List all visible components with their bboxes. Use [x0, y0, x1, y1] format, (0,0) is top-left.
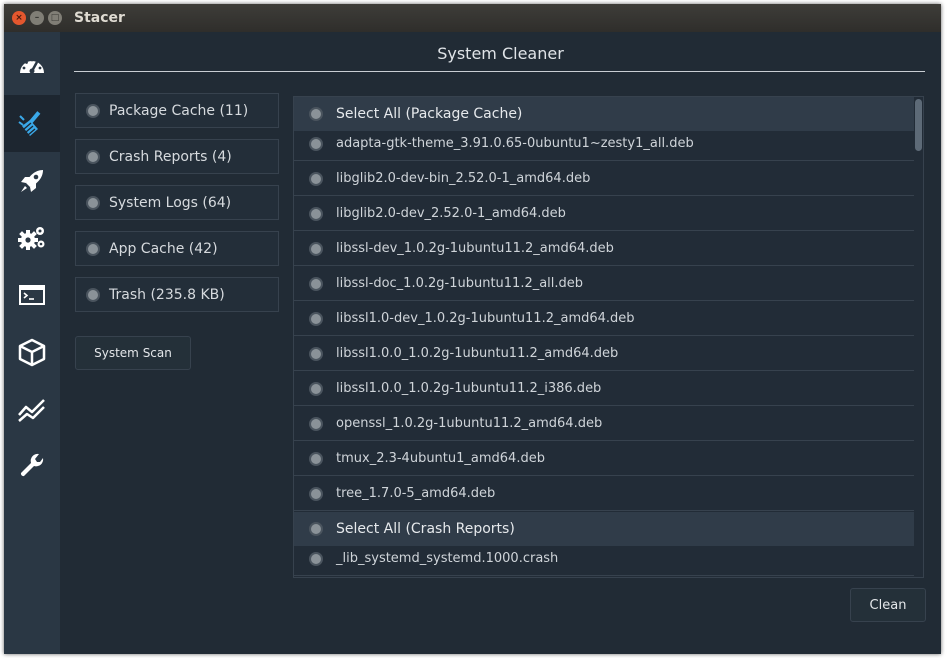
category-label: System Logs (64) — [109, 194, 232, 211]
title-divider — [74, 71, 925, 72]
radio-icon[interactable] — [309, 551, 323, 566]
maximize-window-button[interactable]: □ — [48, 11, 62, 25]
category-label: Crash Reports (4) — [109, 148, 232, 165]
radio-icon[interactable] — [309, 311, 323, 326]
sidebar-item-resources[interactable] — [4, 380, 60, 437]
list-item-label: libssl1.0.0_1.0.2g-1ubuntu11.2_i386.deb — [336, 381, 602, 396]
list-item-label: Select All (Package Cache) — [336, 106, 523, 122]
radio-icon[interactable] — [86, 103, 100, 118]
close-window-button[interactable]: × — [12, 11, 26, 25]
category-app-cache[interactable]: App Cache (42) — [75, 231, 279, 266]
sidebar-item-services[interactable] — [4, 209, 60, 266]
list-item[interactable]: adapta-gtk-theme_3.91.0.65-0ubuntu1~zest… — [294, 127, 914, 161]
scrollbar-thumb[interactable] — [915, 99, 922, 151]
sidebar-item-dashboard[interactable] — [4, 38, 60, 95]
radio-icon[interactable] — [309, 486, 323, 501]
radio-icon[interactable] — [86, 195, 100, 210]
minimize-window-button[interactable]: – — [30, 11, 44, 25]
radio-icon[interactable] — [309, 416, 323, 431]
radio-icon[interactable] — [309, 241, 323, 256]
dashboard-icon — [20, 58, 44, 73]
list-item-label: libssl1.0-dev_1.0.2g-1ubuntu11.2_amd64.d… — [336, 311, 635, 326]
list-item-label: libssl-doc_1.0.2g-1ubuntu11.2_all.deb — [336, 276, 584, 291]
category-package-cache[interactable]: Package Cache (11) — [75, 93, 279, 128]
system-scan-button[interactable]: System Scan — [75, 336, 191, 370]
list-item[interactable]: libglib2.0-dev-bin_2.52.0-1_amd64.deb — [294, 162, 914, 196]
list-item[interactable]: tmux_2.3-4ubuntu1_amd64.deb — [294, 442, 914, 476]
list-item[interactable]: libglib2.0-dev_2.52.0-1_amd64.deb — [294, 197, 914, 231]
category-trash[interactable]: Trash (235.8 KB) — [75, 277, 279, 312]
sidebar — [4, 32, 60, 654]
category-crash-reports[interactable]: Crash Reports (4) — [75, 139, 279, 174]
list-item-label: _lib_systemd_systemd.1000.crash — [336, 551, 559, 566]
terminal-icon — [19, 284, 45, 305]
category-label: Package Cache (11) — [109, 102, 249, 119]
wrench-icon — [20, 453, 44, 476]
app-window: × – □ Stacer System Cleaner Package Cach… — [4, 4, 941, 654]
list-item-label: openssl_1.0.2g-1ubuntu11.2_amd64.deb — [336, 416, 603, 431]
list-item[interactable]: tree_1.7.0-5_amd64.deb — [294, 477, 914, 511]
sidebar-item-processes[interactable] — [4, 266, 60, 323]
list-item-label: libglib2.0-dev_2.52.0-1_amd64.deb — [336, 206, 566, 221]
radio-icon[interactable] — [309, 276, 323, 291]
sidebar-item-cleaner[interactable] — [4, 95, 60, 152]
list-item-label: adapta-gtk-theme_3.91.0.65-0ubuntu1~zest… — [336, 136, 694, 151]
radio-icon[interactable] — [309, 107, 323, 121]
list-item-label: Select All (Crash Reports) — [336, 521, 515, 537]
page-title: System Cleaner — [437, 44, 564, 63]
list-item[interactable]: libssl-dev_1.0.2g-1ubuntu11.2_amd64.deb — [294, 232, 914, 266]
list-item[interactable]: libssl1.0.0_1.0.2g-1ubuntu11.2_amd64.deb — [294, 337, 914, 371]
file-list: Select All (Package Cache) adapta-gtk-th… — [293, 96, 924, 578]
radio-icon[interactable] — [309, 346, 323, 361]
sidebar-item-uninstaller[interactable] — [4, 323, 60, 380]
radio-icon[interactable] — [309, 522, 323, 536]
list-item[interactable]: libssl1.0.0_1.0.2g-1ubuntu11.2_i386.deb — [294, 372, 914, 406]
list-item-label: libglib2.0-dev-bin_2.52.0-1_amd64.deb — [336, 171, 591, 186]
list-header-row[interactable]: Select All (Crash Reports) — [294, 512, 914, 546]
window-title: Stacer — [74, 10, 125, 26]
list-item[interactable]: openssl_1.0.2g-1ubuntu11.2_amd64.deb — [294, 407, 914, 441]
radio-icon[interactable] — [309, 451, 323, 466]
main-content: System Cleaner Package Cache (11) Crash … — [60, 32, 941, 654]
list-scrollbar[interactable] — [914, 97, 923, 577]
radio-icon[interactable] — [86, 149, 100, 164]
chart-icon — [18, 398, 45, 422]
title-bar: × – □ Stacer — [4, 4, 941, 32]
package-icon — [18, 338, 46, 366]
radio-icon[interactable] — [86, 241, 100, 256]
list-item[interactable]: _lib_systemd_systemd.1000.crash — [294, 542, 914, 576]
radio-icon[interactable] — [309, 136, 323, 151]
list-item-label: tree_1.7.0-5_amd64.deb — [336, 486, 496, 501]
category-label: Trash (235.8 KB) — [109, 286, 225, 303]
sidebar-item-settings[interactable] — [4, 437, 60, 494]
radio-icon[interactable] — [309, 171, 323, 186]
radio-icon[interactable] — [309, 381, 323, 396]
sidebar-item-startup[interactable] — [4, 152, 60, 209]
list-item-label: tmux_2.3-4ubuntu1_amd64.deb — [336, 451, 545, 466]
radio-icon[interactable] — [309, 206, 323, 221]
gears-icon — [18, 226, 45, 250]
list-item-label: libssl1.0.0_1.0.2g-1ubuntu11.2_amd64.deb — [336, 346, 619, 361]
list-header-row[interactable]: Select All (Package Cache) — [294, 97, 914, 131]
clean-button[interactable]: Clean — [850, 588, 926, 622]
rocket-icon — [21, 169, 43, 192]
list-item[interactable]: libssl1.0-dev_1.0.2g-1ubuntu11.2_amd64.d… — [294, 302, 914, 336]
broom-icon — [18, 110, 41, 136]
radio-icon[interactable] — [86, 287, 100, 302]
list-item[interactable]: libssl-doc_1.0.2g-1ubuntu11.2_all.deb — [294, 267, 914, 301]
category-label: App Cache (42) — [109, 240, 218, 257]
category-system-logs[interactable]: System Logs (64) — [75, 185, 279, 220]
list-item-label: libssl-dev_1.0.2g-1ubuntu11.2_amd64.deb — [336, 241, 614, 256]
